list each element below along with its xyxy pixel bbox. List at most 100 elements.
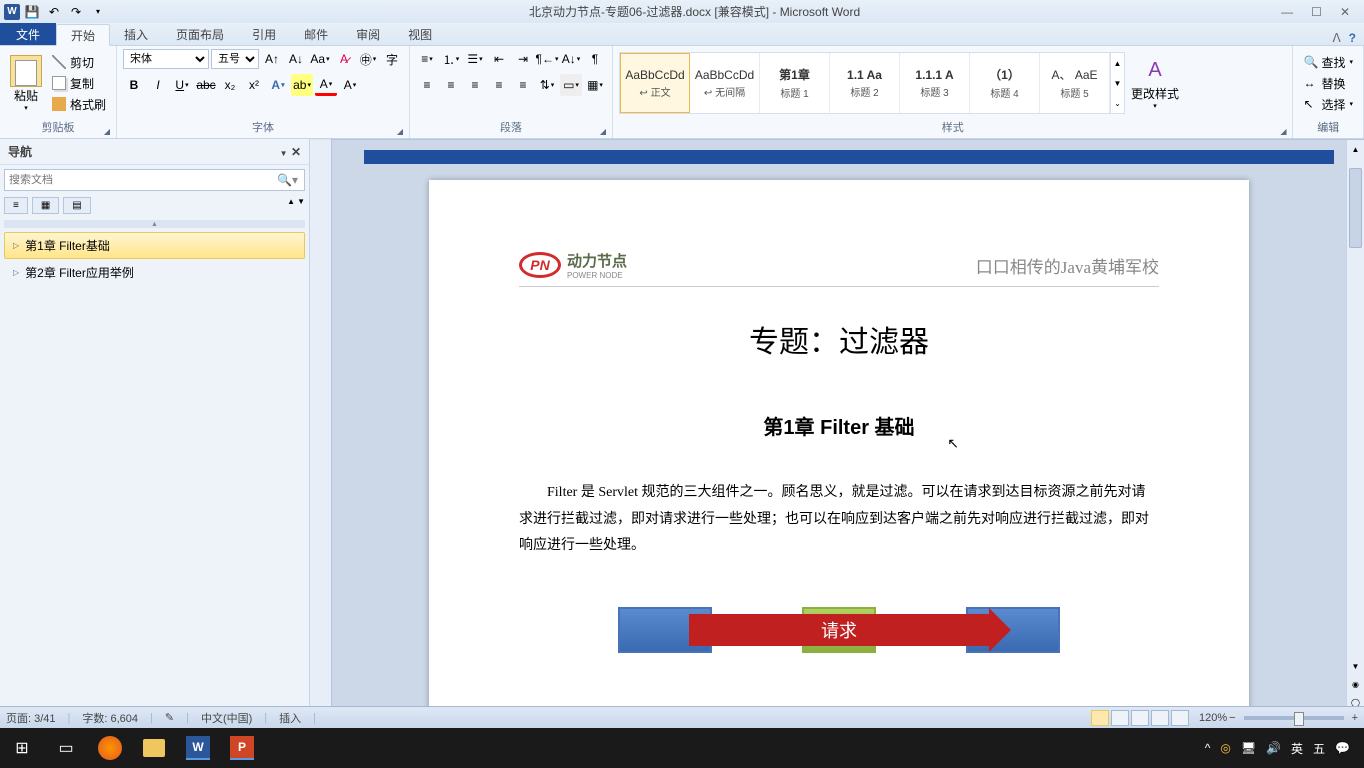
nav-tab-pages[interactable]: ▦	[32, 197, 59, 214]
redo-button[interactable]: ↷	[66, 2, 86, 22]
style-normal[interactable]: AaBbCcDd↩ 正文	[620, 53, 690, 113]
nav-item-1[interactable]: ▷第1章 Filter基础	[4, 232, 305, 259]
save-button[interactable]: 💾	[22, 2, 42, 22]
styles-down[interactable]: ▼	[1111, 73, 1124, 93]
tray-notifications[interactable]: 💬	[1335, 741, 1350, 755]
tab-references[interactable]: 引用	[238, 23, 290, 45]
char-shading-button[interactable]: A	[339, 74, 361, 96]
taskbar-powerpoint[interactable]: P	[224, 732, 260, 764]
taskbar-firefox[interactable]	[92, 732, 128, 764]
shrink-font-button[interactable]: A↓	[285, 48, 307, 70]
zoom-out-button[interactable]: −	[1229, 712, 1235, 724]
undo-button[interactable]: ↶	[44, 2, 64, 22]
minimize-ribbon-button[interactable]: ᐱ	[1332, 31, 1340, 45]
format-painter-button[interactable]: 格式刷	[48, 95, 110, 114]
borders-button[interactable]: ▦	[584, 74, 606, 96]
web-layout-view[interactable]	[1131, 710, 1149, 726]
nav-next[interactable]: ▼	[297, 197, 305, 214]
taskbar-explorer[interactable]	[136, 732, 172, 764]
select-button[interactable]: ↖选择▾	[1299, 95, 1357, 114]
superscript-button[interactable]: x²	[243, 74, 265, 96]
status-language[interactable]: 中文(中国)	[201, 710, 252, 726]
nav-prev[interactable]: ▲	[287, 197, 295, 214]
distribute-button[interactable]: ≡	[512, 74, 534, 96]
status-page[interactable]: 页面: 3/41	[6, 710, 56, 726]
text-effects-button[interactable]: A	[267, 74, 289, 96]
styles-up[interactable]: ▲	[1111, 53, 1124, 73]
grow-font-button[interactable]: A↑	[261, 48, 283, 70]
status-insert[interactable]: 插入	[279, 710, 301, 726]
font-launcher[interactable]: ◢	[397, 127, 403, 136]
print-layout-view[interactable]	[1091, 710, 1109, 726]
style-heading1[interactable]: 第1章标题 1	[760, 53, 830, 113]
scroll-thumb[interactable]	[1349, 168, 1362, 248]
style-no-spacing[interactable]: AaBbCcDd↩ 无间隔	[690, 53, 760, 113]
align-right-button[interactable]: ≡	[464, 74, 486, 96]
prev-page-button[interactable]: ◉	[1347, 676, 1364, 694]
qat-customize[interactable]: ▾	[88, 2, 108, 22]
nav-item-2[interactable]: ▷第2章 Filter应用举例	[4, 259, 305, 286]
font-name-select[interactable]: 宋体	[123, 49, 209, 69]
vertical-ruler[interactable]	[310, 140, 332, 706]
help-button[interactable]: ?	[1349, 31, 1356, 45]
outline-view[interactable]	[1151, 710, 1169, 726]
nav-tab-headings[interactable]: ≡	[4, 197, 28, 214]
bold-button[interactable]: B	[123, 74, 145, 96]
nav-dropdown[interactable]: ▼	[280, 149, 288, 158]
tab-review[interactable]: 审阅	[342, 23, 394, 45]
nav-search[interactable]: 🔍▾	[4, 169, 305, 191]
vertical-scrollbar[interactable]: ▲ ▼ ◉ ◯ ◉	[1346, 140, 1364, 706]
change-case-button[interactable]: Aa	[309, 48, 331, 70]
tab-page-layout[interactable]: 页面布局	[162, 23, 238, 45]
show-marks-button[interactable]: ¶	[584, 48, 606, 70]
tray-ime-mode[interactable]: 五	[1313, 740, 1325, 757]
taskbar-word[interactable]: W	[180, 732, 216, 764]
highlight-button[interactable]: ab	[291, 74, 313, 96]
ltr-button[interactable]: ¶←	[536, 48, 558, 70]
sort-button[interactable]: A↓	[560, 48, 582, 70]
shading-button[interactable]: ▭	[560, 74, 582, 96]
tray-network-icon[interactable]: 🖥	[1241, 741, 1256, 755]
tab-view[interactable]: 视图	[394, 23, 446, 45]
search-icon[interactable]: 🔍▾	[271, 173, 304, 187]
line-spacing-button[interactable]: ⇅	[536, 74, 558, 96]
fullscreen-reading-view[interactable]	[1111, 710, 1129, 726]
decrease-indent-button[interactable]: ⇤	[488, 48, 510, 70]
change-styles-button[interactable]: A 更改样式 ▾	[1127, 53, 1183, 114]
underline-button[interactable]: U	[171, 74, 193, 96]
tray-chevron[interactable]: ^	[1205, 741, 1211, 755]
styles-launcher[interactable]: ◢	[1280, 127, 1286, 136]
align-left-button[interactable]: ≡	[416, 74, 438, 96]
start-button[interactable]: ⊞	[4, 732, 40, 764]
paste-button[interactable]: 粘贴 ▾	[6, 51, 46, 116]
multilevel-button[interactable]: ☰	[464, 48, 486, 70]
nav-tab-results[interactable]: ▤	[63, 197, 90, 214]
task-view-button[interactable]: ▭	[48, 732, 84, 764]
enclose-char-button[interactable]: 字	[381, 48, 403, 70]
scroll-up[interactable]: ▲	[1347, 140, 1364, 158]
style-heading5[interactable]: A、 AaE标题 5	[1040, 53, 1110, 113]
cut-button[interactable]: 剪切	[48, 53, 110, 72]
minimize-button[interactable]: —	[1281, 5, 1293, 19]
style-heading4[interactable]: （1）标题 4	[970, 53, 1040, 113]
tab-file[interactable]: 文件	[0, 23, 56, 45]
styles-more[interactable]: ⌄	[1111, 93, 1124, 113]
numbering-button[interactable]: ⒈	[440, 48, 462, 70]
clear-formatting-button[interactable]: A̷	[333, 48, 355, 70]
scroll-down[interactable]: ▼	[1347, 658, 1364, 676]
tab-insert[interactable]: 插入	[110, 23, 162, 45]
tray-volume-icon[interactable]: 🔊	[1266, 741, 1281, 755]
tray-security-icon[interactable]: ◎	[1220, 741, 1230, 755]
tab-home[interactable]: 开始	[56, 24, 110, 46]
draft-view[interactable]	[1171, 710, 1189, 726]
status-proof-icon[interactable]: ✎	[165, 711, 174, 724]
justify-button[interactable]: ≡	[488, 74, 510, 96]
font-size-select[interactable]: 五号	[211, 49, 259, 69]
tab-mailings[interactable]: 邮件	[290, 23, 342, 45]
nav-collapse[interactable]: ▲	[4, 220, 305, 228]
zoom-in-button[interactable]: +	[1352, 712, 1358, 724]
bullets-button[interactable]: ≡	[416, 48, 438, 70]
zoom-slider[interactable]	[1244, 716, 1344, 720]
status-words[interactable]: 字数: 6,604	[82, 710, 138, 726]
italic-button[interactable]: I	[147, 74, 169, 96]
